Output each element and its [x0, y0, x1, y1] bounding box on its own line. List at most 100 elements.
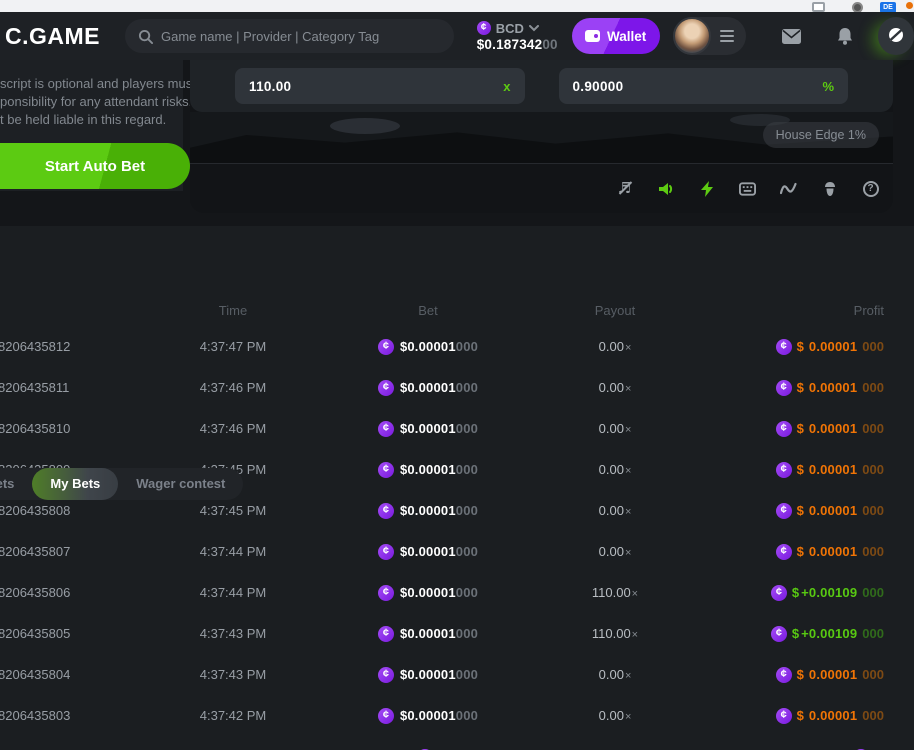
bet-amount: ¢ $0.00001000: [316, 421, 540, 437]
bet-amount: ¢ $0.00001000: [316, 667, 540, 683]
disclaimer-text: script is optional and players must take…: [0, 60, 183, 129]
bet-settings-row: 110.00 x 0.90000 %: [190, 60, 893, 112]
coin-icon: ¢: [378, 339, 394, 355]
chat-toggle-button[interactable]: [878, 17, 914, 55]
coin-icon: ¢: [378, 421, 394, 437]
messages-button[interactable]: [782, 29, 801, 44]
payout-input[interactable]: 110.00 x: [235, 68, 525, 104]
help-icon[interactable]: ?: [862, 180, 879, 197]
bet-payout: 110.00×: [540, 626, 690, 641]
col-payout: Payout: [540, 303, 690, 318]
bet-payout: 0.00×: [540, 708, 690, 723]
table-row[interactable]: 8206435803 4:37:42 PM ¢ $0.00001000 0.00…: [0, 695, 914, 736]
tab-my-bets[interactable]: My Bets: [32, 468, 118, 500]
search-icon: [138, 29, 153, 44]
sound-on-icon[interactable]: [657, 180, 674, 197]
coin-icon: ¢: [776, 421, 792, 437]
browser-extension-icon[interactable]: [812, 2, 825, 12]
bet-id: 8206435804: [0, 667, 150, 682]
payout-value: 110.00: [249, 79, 503, 94]
bet-amount: ¢ $0.00001000: [316, 708, 540, 724]
currency-code: BCD: [496, 21, 524, 36]
seed-icon[interactable]: [821, 180, 838, 197]
browser-extension-icon[interactable]: [906, 2, 913, 9]
table-header: Time Bet Payout Profit: [0, 294, 914, 326]
avatar[interactable]: [673, 17, 711, 55]
bet-profit: ¢ $0.00001000: [690, 503, 914, 519]
bet-time: 4:37:42 PM: [150, 708, 316, 723]
currency-selector[interactable]: ¢ BCD $0.18734200: [477, 21, 558, 52]
multiplier-suffix: x: [503, 79, 510, 94]
table-row[interactable]: 8206435810 4:37:46 PM ¢ $0.00001000 0.00…: [0, 408, 914, 449]
bets-section: All Bets My Bets Wager contest Time Bet …: [0, 226, 914, 750]
percent-suffix: %: [822, 79, 834, 94]
game-panel: 110.00 x 0.90000 % House Edge 1% ♬: [190, 60, 893, 213]
bet-time: 4:37:44 PM: [150, 585, 316, 600]
bet-amount: ¢ $0.00001000: [316, 585, 540, 601]
tab-all-bets[interactable]: All Bets: [0, 468, 32, 500]
table-row[interactable]: 8206435812 4:37:47 PM ¢ $0.00001000 0.00…: [0, 326, 914, 367]
bet-id: 8206435811: [0, 380, 150, 395]
app-header: C.GAME Game name | Provider | Category T…: [0, 12, 914, 60]
music-off-icon[interactable]: ♬: [616, 180, 633, 197]
profile-menu[interactable]: [673, 17, 746, 55]
bet-time: 4:37:45 PM: [150, 503, 316, 518]
bet-payout: 0.00×: [540, 503, 690, 518]
house-edge-badge: House Edge 1%: [763, 122, 879, 148]
live-stats-icon[interactable]: [780, 180, 797, 197]
table-row[interactable]: 8206435804 4:37:43 PM ¢ $0.00001000 0.00…: [0, 654, 914, 695]
bet-amount: ¢ $0.00001000: [316, 462, 540, 478]
turbo-bet-icon[interactable]: [698, 180, 715, 197]
coin-icon: ¢: [378, 503, 394, 519]
coin-icon: ¢: [776, 462, 792, 478]
search-placeholder: Game name | Provider | Category Tag: [161, 29, 379, 44]
table-row[interactable]: 8206435811 4:37:46 PM ¢ $0.00001000 0.00…: [0, 367, 914, 408]
coin-icon: ¢: [776, 339, 792, 355]
bet-payout: 0.00×: [540, 421, 690, 436]
tab-wager-contest[interactable]: Wager contest: [118, 468, 243, 500]
bet-time: 4:37:44 PM: [150, 544, 316, 559]
bet-amount: ¢ $0.00001000: [316, 380, 540, 396]
coin-icon: ¢: [378, 544, 394, 560]
site-logo[interactable]: C.GAME: [5, 23, 100, 50]
bet-profit: ¢ $0.00001000: [690, 462, 914, 478]
hotkeys-icon[interactable]: [739, 180, 756, 197]
bet-id: 8206435803: [0, 708, 150, 723]
envelope-icon: [782, 29, 801, 44]
table-row[interactable]: [0, 736, 914, 750]
start-auto-bet-button[interactable]: Start Auto Bet: [0, 143, 190, 189]
table-row[interactable]: 8206435806 4:37:44 PM ¢ $0.00001000 110.…: [0, 572, 914, 613]
col-profit: Profit: [690, 303, 914, 318]
bet-time: 4:37:46 PM: [150, 421, 316, 436]
coin-icon: ¢: [776, 503, 792, 519]
chat-disabled-icon: [886, 26, 906, 46]
profile-list-icon: [720, 30, 734, 42]
search-input[interactable]: Game name | Provider | Category Tag: [125, 19, 454, 53]
wallet-button[interactable]: Wallet: [572, 18, 660, 54]
table-row[interactable]: 8206435805 4:37:43 PM ¢ $0.00001000 110.…: [0, 613, 914, 654]
coin-icon: ¢: [378, 380, 394, 396]
bet-id: 8206435806: [0, 585, 150, 600]
win-chance-input[interactable]: 0.90000 %: [559, 68, 849, 104]
bet-payout: 0.00×: [540, 544, 690, 559]
chevron-down-icon: [529, 25, 539, 32]
table-row[interactable]: 8206435807 4:37:44 PM ¢ $0.00001000 0.00…: [0, 531, 914, 572]
bet-amount: ¢ $0.00001000: [316, 626, 540, 642]
bet-id: 8206435805: [0, 626, 150, 641]
col-bet: Bet: [316, 303, 540, 318]
coin-icon: ¢: [771, 626, 787, 642]
bet-amount: ¢ $0.00001000: [316, 544, 540, 560]
bet-id: 8206435810: [0, 421, 150, 436]
bet-profit: ¢ $0.00001000: [690, 544, 914, 560]
coin-icon: ¢: [776, 667, 792, 683]
coin-icon: ¢: [378, 462, 394, 478]
bet-id: 8206435812: [0, 339, 150, 354]
coin-icon: ¢: [776, 708, 792, 724]
bet-amount: ¢ $0.00001000: [316, 339, 540, 355]
coin-icon: ¢: [378, 708, 394, 724]
bet-payout: 0.00×: [540, 380, 690, 395]
notifications-button[interactable]: [837, 27, 853, 45]
coin-icon: ¢: [378, 626, 394, 642]
bet-profit: ¢ $+0.00109000: [690, 626, 914, 642]
bet-profit: ¢ $0.00001000: [690, 667, 914, 683]
